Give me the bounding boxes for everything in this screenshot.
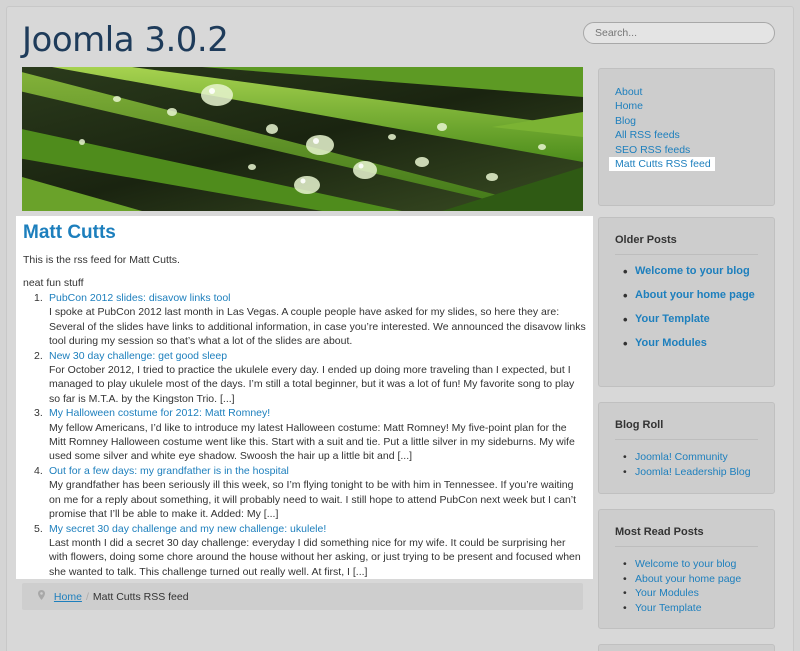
menu-item-blog[interactable]: Blog bbox=[615, 114, 758, 128]
feed-item: 2. New 30 day challenge: get good sleep … bbox=[23, 349, 586, 407]
feed-item-summary: My grandfather has been seriously ill th… bbox=[49, 479, 577, 521]
breadcrumb-separator: / bbox=[85, 591, 89, 603]
list-item: About your home page bbox=[615, 289, 758, 302]
feed-description: This is the rss feed for Matt Cutts. bbox=[23, 254, 180, 266]
feed-item: 4. Out for a few days: my grandfather is… bbox=[23, 464, 586, 522]
feed-item-number: 1. bbox=[34, 292, 43, 304]
most-read-link[interactable]: About your home page bbox=[635, 573, 741, 585]
feed-item-summary: My fellow Americans, I’d like to introdu… bbox=[49, 421, 575, 463]
feed-item-summary: For October 2012, I tried to practice th… bbox=[49, 364, 575, 405]
blog-roll-link[interactable]: Joomla! Community bbox=[635, 451, 728, 463]
feed-item-summary: Last month I did a secret 30 day challen… bbox=[49, 536, 581, 578]
blog-roll-title: Blog Roll bbox=[615, 419, 664, 431]
most-read-link[interactable]: Your Template bbox=[635, 602, 702, 614]
most-read-link[interactable]: Welcome to your blog bbox=[635, 558, 736, 570]
older-post-link[interactable]: About your home page bbox=[635, 289, 755, 301]
feed-item: 5. My secret 30 day challenge and my new… bbox=[23, 522, 586, 580]
site-title[interactable]: Joomla 3.0.2 bbox=[22, 20, 229, 60]
blog-roll-link[interactable]: Joomla! Leadership Blog bbox=[635, 466, 751, 478]
menu-link[interactable]: All RSS feeds bbox=[615, 129, 680, 141]
feed-item-link[interactable]: PubCon 2012 slides: disavow links tool bbox=[49, 292, 231, 304]
most-read-title: Most Read Posts bbox=[615, 526, 704, 538]
feed-item-link[interactable]: New 30 day challenge: get good sleep bbox=[49, 350, 227, 362]
divider bbox=[615, 439, 758, 440]
most-read-link[interactable]: Your Modules bbox=[635, 587, 699, 599]
list-item: Joomla! Community bbox=[615, 450, 758, 465]
feed-item-number: 4. bbox=[34, 464, 43, 477]
breadcrumb-current: Matt Cutts RSS feed bbox=[92, 591, 189, 603]
divider bbox=[615, 254, 758, 255]
most-read-panel: Most Read Posts Welcome to your blog Abo… bbox=[598, 509, 775, 629]
article-content: Matt Cutts This is the rss feed for Matt… bbox=[16, 216, 593, 579]
search-input[interactable] bbox=[583, 22, 775, 44]
menu-item-matt-cutts-rss-feed[interactable]: Matt Cutts RSS feed bbox=[609, 157, 715, 172]
menu-link[interactable]: About bbox=[615, 86, 642, 98]
article-title[interactable]: Matt Cutts bbox=[23, 222, 586, 244]
breadcrumb-home-link[interactable]: Home bbox=[54, 591, 82, 603]
blog-roll-panel: Blog Roll Joomla! Community Joomla! Lead… bbox=[598, 402, 775, 494]
main-menu-panel: About Home Blog All RSS feeds SEO RSS fe… bbox=[598, 68, 775, 206]
older-posts-list: Welcome to your blog About your home pag… bbox=[615, 265, 758, 350]
feed-item-link[interactable]: My Halloween costume for 2012: Matt Romn… bbox=[49, 407, 270, 419]
menu-link[interactable]: SEO RSS feeds bbox=[615, 144, 690, 156]
older-posts-title: Older Posts bbox=[615, 234, 677, 246]
list-item: About your home page bbox=[615, 572, 758, 587]
map-pin-icon bbox=[38, 590, 48, 603]
list-item: Your Template bbox=[615, 313, 758, 326]
divider bbox=[615, 546, 758, 547]
feed-item-number: 2. bbox=[34, 349, 43, 362]
older-post-link[interactable]: Your Template bbox=[635, 313, 710, 325]
feed-subtitle: neat fun stuff bbox=[23, 277, 84, 289]
older-posts-panel: Older Posts Welcome to your blog About y… bbox=[598, 217, 775, 387]
feed-item-link[interactable]: Out for a few days: my grandfather is in… bbox=[49, 465, 289, 477]
menu-item-all-rss-feeds[interactable]: All RSS feeds bbox=[615, 128, 758, 142]
menu-item-about[interactable]: About bbox=[615, 85, 758, 99]
header-banner-image bbox=[22, 67, 583, 211]
menu-item-home[interactable]: Home bbox=[615, 99, 758, 113]
list-item: Joomla! Leadership Blog bbox=[615, 465, 758, 480]
menu-link[interactable]: Home bbox=[615, 100, 643, 112]
main-menu: About Home Blog All RSS feeds SEO RSS fe… bbox=[609, 85, 758, 172]
older-post-link[interactable]: Welcome to your blog bbox=[635, 265, 750, 277]
breadcrumb: Home / Matt Cutts RSS feed bbox=[22, 583, 583, 610]
partial-panel bbox=[598, 644, 775, 651]
list-item: Welcome to your blog bbox=[615, 557, 758, 572]
feed-item: 3. My Halloween costume for 2012: Matt R… bbox=[23, 406, 586, 464]
list-item: Welcome to your blog bbox=[615, 265, 758, 278]
menu-item-seo-rss-feeds[interactable]: SEO RSS feeds bbox=[615, 143, 758, 157]
feed-item: 1. PubCon 2012 slides: disavow links too… bbox=[23, 291, 586, 349]
blog-roll-list: Joomla! Community Joomla! Leadership Blo… bbox=[615, 450, 758, 479]
feed-item-number: 3. bbox=[34, 407, 43, 420]
menu-link[interactable]: Matt Cutts RSS feed bbox=[615, 158, 711, 170]
feed-item-link[interactable]: My secret 30 day challenge and my new ch… bbox=[49, 523, 326, 535]
list-item: Your Modules bbox=[615, 337, 758, 350]
list-item: Your Modules bbox=[615, 586, 758, 601]
feed-list: 1. PubCon 2012 slides: disavow links too… bbox=[23, 291, 586, 579]
feed-item-summary: I spoke at PubCon 2012 last month in Las… bbox=[49, 306, 586, 348]
most-read-list: Welcome to your blog About your home pag… bbox=[615, 557, 758, 615]
menu-link[interactable]: Blog bbox=[615, 115, 636, 127]
older-post-link[interactable]: Your Modules bbox=[635, 337, 707, 349]
feed-item-number: 5. bbox=[34, 522, 43, 535]
list-item: Your Template bbox=[615, 601, 758, 616]
